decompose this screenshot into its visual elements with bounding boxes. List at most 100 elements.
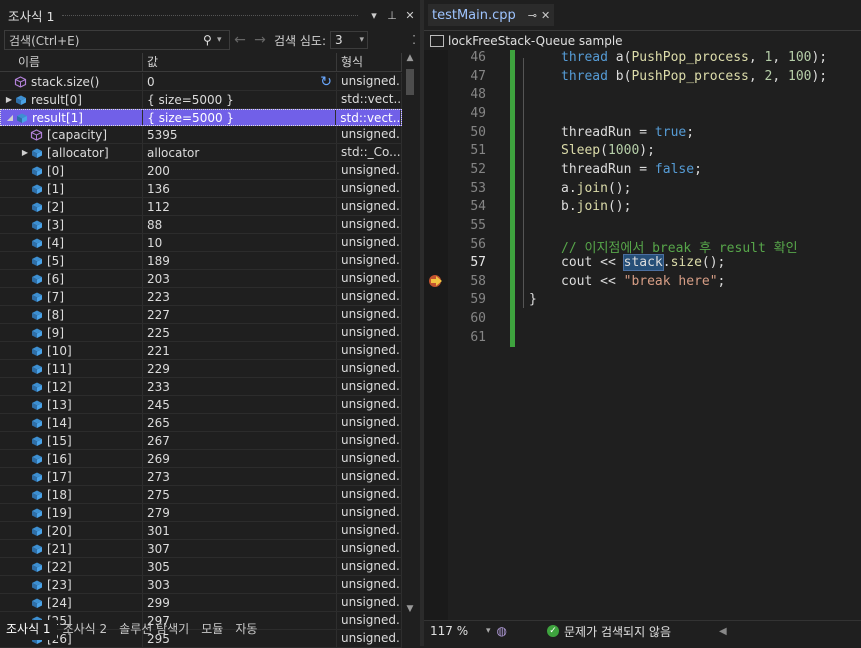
code-line[interactable]: // 이지점에서 break 후 result 확인 bbox=[561, 237, 798, 256]
watch-type-cell[interactable]: unsigned... bbox=[337, 450, 402, 467]
chevron-down-icon[interactable]: ▾ bbox=[486, 626, 491, 636]
expand-toggle-icon[interactable]: ▶ bbox=[4, 92, 14, 108]
watch-value[interactable]: 136 bbox=[147, 181, 170, 197]
watch-name[interactable]: [15] bbox=[47, 433, 72, 449]
watch-row[interactable]: stack.size() 0 ↻ unsigned... bbox=[0, 73, 402, 91]
watch-type-cell[interactable]: unsigned... bbox=[337, 558, 402, 575]
watch-name-cell[interactable]: [0] bbox=[0, 162, 143, 179]
watch-name-cell[interactable]: [7] bbox=[0, 288, 143, 305]
watch-row[interactable]: [12] 233 unsigned... bbox=[0, 378, 402, 396]
watch-value[interactable]: 5395 bbox=[147, 127, 178, 143]
watch-type-cell[interactable]: unsigned... bbox=[337, 378, 402, 395]
code-line[interactable]: thread b(PushPop_process, 2, 100); bbox=[561, 69, 827, 84]
watch-type-cell[interactable]: unsigned... bbox=[337, 288, 402, 305]
close-icon[interactable]: ✕ bbox=[402, 9, 418, 22]
watch-value-cell[interactable]: 265 bbox=[143, 414, 337, 431]
watch-value-cell[interactable]: 305 bbox=[143, 558, 337, 575]
watch-value[interactable]: 10 bbox=[147, 235, 162, 251]
watch-type-cell[interactable]: unsigned... bbox=[337, 414, 402, 431]
watch-value[interactable]: 269 bbox=[147, 451, 170, 467]
watch-type-cell[interactable]: std::vect... bbox=[337, 91, 402, 108]
watch-name-cell[interactable]: ▶ [allocator] bbox=[0, 144, 143, 161]
zoom-level[interactable]: 117 % bbox=[424, 624, 486, 638]
watch-row[interactable]: [22] 305 unsigned... bbox=[0, 558, 402, 576]
watch-name[interactable]: [0] bbox=[47, 163, 64, 179]
close-icon[interactable]: ✕ bbox=[541, 9, 550, 22]
watch-name[interactable]: [10] bbox=[47, 343, 72, 359]
watch-type-cell[interactable]: unsigned... bbox=[337, 486, 402, 503]
watch-name-cell[interactable]: [17] bbox=[0, 468, 143, 485]
watch-row[interactable]: [17] 273 unsigned... bbox=[0, 468, 402, 486]
code-line[interactable]: thread a(PushPop_process, 1, 100); bbox=[561, 50, 827, 65]
watch-value-cell[interactable]: 10 bbox=[143, 234, 337, 251]
bottom-tab[interactable]: 모듈 bbox=[195, 620, 229, 640]
watch-row[interactable]: [20] 301 unsigned... bbox=[0, 522, 402, 540]
watch-value[interactable]: { size=5000 } bbox=[147, 110, 234, 125]
watch-name[interactable]: [2] bbox=[47, 199, 64, 215]
scroll-down-icon[interactable]: ▼ bbox=[403, 604, 417, 618]
watch-type-cell[interactable]: unsigned... bbox=[337, 234, 402, 251]
watch-row[interactable]: [7] 223 unsigned... bbox=[0, 288, 402, 306]
watch-row[interactable]: ▶ result[0] { size=5000 } std::vect... bbox=[0, 91, 402, 109]
watch-name[interactable]: [19] bbox=[47, 505, 72, 521]
watch-value-cell[interactable]: 225 bbox=[143, 324, 337, 341]
watch-value[interactable]: 307 bbox=[147, 541, 170, 557]
watch-name-cell[interactable]: [11] bbox=[0, 360, 143, 377]
watch-name-cell[interactable]: [5] bbox=[0, 252, 143, 269]
watch-type-cell[interactable]: unsigned... bbox=[337, 180, 402, 197]
scroll-left-icon[interactable]: ◀ bbox=[719, 626, 727, 637]
watch-name-cell[interactable]: [10] bbox=[0, 342, 143, 359]
watch-name-cell[interactable]: [8] bbox=[0, 306, 143, 323]
watch-name-cell[interactable]: [9] bbox=[0, 324, 143, 341]
watch-row[interactable]: [9] 225 unsigned... bbox=[0, 324, 402, 342]
search-placeholder[interactable]: 검색(Ctrl+E) bbox=[5, 32, 203, 49]
watch-row[interactable]: [18] 275 unsigned... bbox=[0, 486, 402, 504]
watch-type-cell[interactable]: unsigned... bbox=[337, 576, 402, 593]
pin-icon[interactable]: ⊥ bbox=[384, 9, 400, 22]
watch-value[interactable]: 273 bbox=[147, 469, 170, 485]
tab-title[interactable]: testMain.cpp bbox=[432, 8, 516, 23]
watch-name[interactable]: [8] bbox=[47, 307, 64, 323]
watch-name-cell[interactable]: [21] bbox=[0, 540, 143, 557]
watch-name-cell[interactable]: [20] bbox=[0, 522, 143, 539]
watch-value-cell[interactable]: allocator bbox=[143, 144, 337, 161]
watch-value-cell[interactable]: 221 bbox=[143, 342, 337, 359]
watch-value[interactable]: 200 bbox=[147, 163, 170, 179]
watch-value-cell[interactable]: 279 bbox=[143, 504, 337, 521]
watch-name[interactable]: [capacity] bbox=[47, 127, 107, 143]
watch-type-cell[interactable]: unsigned... bbox=[337, 216, 402, 233]
watch-value-cell[interactable]: 303 bbox=[143, 576, 337, 593]
back-arrow-icon[interactable]: ← bbox=[230, 32, 250, 48]
watch-name-cell[interactable]: [4] bbox=[0, 234, 143, 251]
bottom-tab[interactable]: 솔루션 탐색기 bbox=[113, 620, 195, 640]
watch-value-cell[interactable]: 307 bbox=[143, 540, 337, 557]
chevron-down-icon[interactable]: ▾ bbox=[360, 35, 365, 45]
code-line[interactable]: threadRun = false; bbox=[561, 162, 702, 177]
watch-name[interactable]: stack.size() bbox=[31, 74, 99, 90]
column-name[interactable]: 이름 bbox=[0, 53, 143, 71]
watch-name-cell[interactable]: stack.size() bbox=[0, 73, 143, 90]
watch-value[interactable]: 233 bbox=[147, 379, 170, 395]
watch-value[interactable]: 229 bbox=[147, 361, 170, 377]
watch-name-cell[interactable]: [16] bbox=[0, 450, 143, 467]
watch-name[interactable]: [4] bbox=[47, 235, 64, 251]
watch-type-cell[interactable]: unsigned... bbox=[337, 432, 402, 449]
watch-value[interactable]: 88 bbox=[147, 217, 162, 233]
watch-value[interactable]: 189 bbox=[147, 253, 170, 269]
watch-row[interactable]: [10] 221 unsigned... bbox=[0, 342, 402, 360]
watch-name-cell[interactable]: [22] bbox=[0, 558, 143, 575]
watch-name[interactable]: [9] bbox=[47, 325, 64, 341]
watch-value[interactable]: 0 bbox=[147, 74, 155, 90]
scroll-thumb[interactable] bbox=[406, 69, 414, 95]
expand-toggle-icon[interactable]: ◢ bbox=[5, 110, 15, 125]
search-input[interactable]: 검색(Ctrl+E) ⚲ ▾ bbox=[4, 30, 230, 50]
watch-name[interactable]: [7] bbox=[47, 289, 64, 305]
watch-name-cell[interactable]: [12] bbox=[0, 378, 143, 395]
dropdown-icon[interactable]: ▾ bbox=[366, 9, 382, 22]
watch-name[interactable]: result[1] bbox=[32, 110, 83, 125]
code-line[interactable]: threadRun = true; bbox=[561, 125, 694, 140]
watch-type-cell[interactable]: unsigned... bbox=[337, 594, 402, 611]
watch-value-cell[interactable]: 0 ↻ bbox=[143, 73, 337, 90]
watch-value-cell[interactable]: 5395 bbox=[143, 126, 337, 143]
column-value[interactable]: 값 bbox=[143, 53, 337, 71]
